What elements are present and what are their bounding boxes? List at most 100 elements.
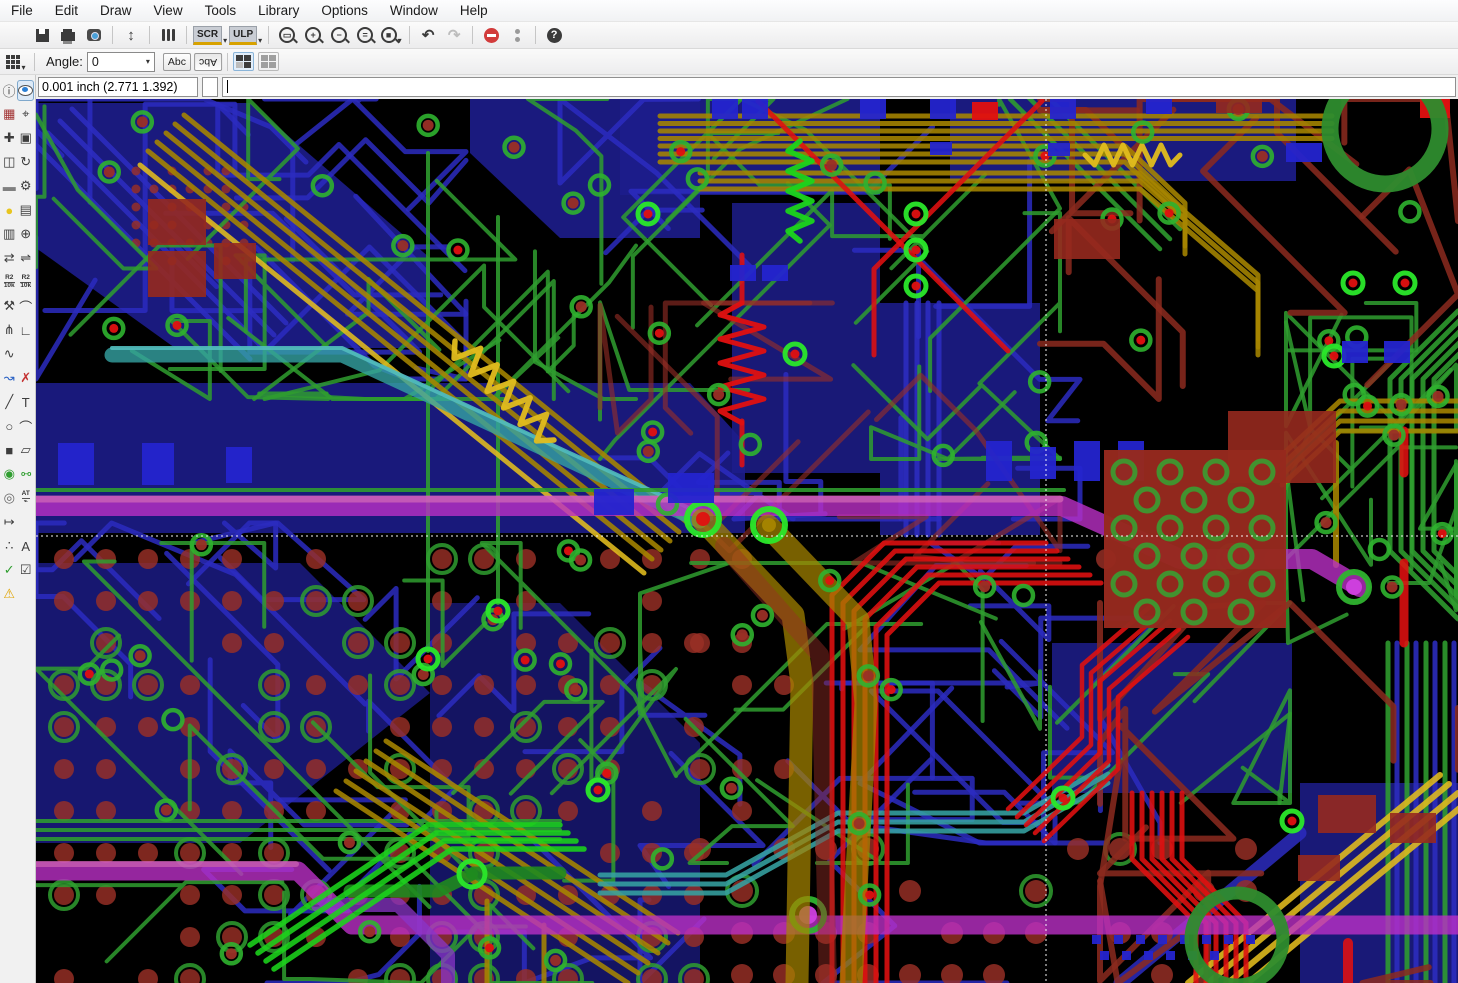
text-normal-button[interactable]: Abc	[162, 52, 191, 71]
run-script-button[interactable]: SCR ▾	[193, 24, 227, 46]
signal-button[interactable]: o–o	[18, 464, 35, 485]
fit-drawing-icon: ↕	[127, 26, 135, 44]
rect-button[interactable]: ■	[1, 440, 18, 461]
circle-button[interactable]: ○	[1, 416, 18, 437]
open-board-button[interactable]	[4, 24, 28, 46]
stop-button[interactable]	[479, 24, 503, 46]
cam-processor-button[interactable]	[82, 24, 106, 46]
optimize-button[interactable]: ∟	[18, 320, 35, 341]
print-icon	[61, 29, 75, 44]
attribute-icon: AT ⌁	[21, 489, 30, 505]
run-ulp-button[interactable]: ULP ▾	[229, 24, 262, 46]
wire-button[interactable]: ╱	[1, 392, 18, 413]
add-button[interactable]: ⊕	[18, 224, 35, 245]
menu-library[interactable]: Library	[247, 1, 310, 20]
menu-draw[interactable]: Draw	[89, 1, 143, 20]
rotate-button[interactable]: ↻	[18, 152, 35, 173]
miter-icon: ⌒	[19, 299, 33, 315]
ratsnest-button[interactable]: ✓	[1, 560, 18, 581]
smash-button[interactable]: ⚒	[1, 296, 18, 317]
text-mirrored-button[interactable]: Abc	[193, 52, 223, 71]
zoom-in-button[interactable]: +	[301, 24, 325, 46]
menu-options[interactable]: Options	[310, 1, 379, 20]
change-button[interactable]: ⚙	[18, 176, 35, 197]
ratsnest-icon: ✓	[3, 562, 15, 577]
separator	[535, 26, 537, 44]
attribute-button[interactable]: AT ⌁	[18, 488, 35, 509]
menu-file[interactable]: File	[0, 1, 44, 20]
delete-button[interactable]: ▥	[1, 224, 18, 245]
rect-icon: ■	[5, 442, 14, 458]
save-button[interactable]	[30, 24, 54, 46]
text-button[interactable]: T	[18, 392, 35, 413]
zoom-redraw-button[interactable]: ■ ▾	[379, 24, 403, 46]
command-toolbar-row: R2 10k R2 10k	[0, 270, 35, 294]
command-input[interactable]	[222, 77, 1456, 97]
separator	[149, 26, 150, 44]
mark-button[interactable]: ⌖	[18, 104, 35, 125]
via-button[interactable]: ◉	[1, 464, 18, 485]
errors-icon: ⚠	[3, 586, 16, 601]
menu-window[interactable]: Window	[379, 1, 449, 20]
command-toolbar-row: ⚠	[0, 582, 35, 606]
angle-select[interactable]: 0 ▾	[86, 51, 155, 72]
chevron-down-icon: ▾	[21, 62, 26, 72]
split-button[interactable]: ⋔	[1, 320, 18, 341]
pinswap-button[interactable]: ⇄	[1, 248, 18, 269]
meander-button[interactable]: ∿	[1, 344, 18, 365]
save-icon	[35, 28, 49, 42]
group-button[interactable]: ▬	[1, 176, 18, 197]
display-mode-button[interactable]	[233, 52, 255, 71]
errors-button[interactable]: ⚠	[1, 584, 18, 605]
display-layers-button[interactable]: ▦	[1, 104, 18, 125]
layer-settings-button[interactable]	[156, 24, 180, 46]
drc-button[interactable]: ☑	[18, 560, 35, 581]
hole-button[interactable]: ◎	[1, 488, 18, 509]
name-button[interactable]: R2 10k	[1, 272, 18, 293]
miter-button[interactable]: ⌒	[18, 296, 35, 317]
polygon-icon: ▱	[20, 442, 31, 457]
zoom-out-button[interactable]: −	[327, 24, 351, 46]
run-ulp-button-label: ULP	[229, 25, 258, 45]
cut-button[interactable]: ●	[1, 200, 18, 221]
abc-label: Abc	[167, 55, 186, 68]
replace-icon: ⇌	[20, 250, 32, 265]
menu-help[interactable]: Help	[449, 1, 499, 20]
fanout-button[interactable]: ∴	[1, 536, 18, 557]
magnifier-icon: −	[331, 27, 348, 43]
paste-button[interactable]: ▤	[18, 200, 35, 221]
mirror-button[interactable]: ◫	[1, 152, 18, 173]
menu-bar: File Edit Draw View Tools Library Options Windo…	[0, 0, 1458, 22]
grid-button[interactable]: ▾	[4, 51, 28, 73]
polygon-button[interactable]: ▱	[18, 440, 35, 461]
menu-edit[interactable]: Edit	[44, 1, 89, 20]
menu-view[interactable]: View	[143, 1, 194, 20]
menu-tools[interactable]: Tools	[194, 1, 248, 20]
text-caret	[227, 80, 228, 93]
redo-button[interactable]: ↷	[442, 24, 466, 46]
info-button[interactable]: ⓘ	[1, 80, 17, 101]
traffic-light-button[interactable]	[505, 24, 529, 46]
undo-button[interactable]: ↶	[416, 24, 440, 46]
route-button[interactable]: ↝	[1, 368, 18, 389]
label-button[interactable]: A	[18, 536, 35, 557]
copy-button[interactable]: ▣	[18, 128, 35, 149]
help-button[interactable]: ?	[542, 24, 566, 46]
display-mode-alt-button[interactable]	[258, 52, 280, 71]
fit-drawing-button[interactable]: ↕	[119, 24, 143, 46]
delete-icon: ▥	[3, 226, 16, 241]
dimension-button[interactable]: ↦	[1, 512, 18, 533]
board-canvas[interactable]	[36, 99, 1458, 983]
print-button[interactable]	[56, 24, 80, 46]
ripup-button[interactable]: ✗	[18, 368, 35, 389]
zoom-select-button[interactable]: =	[353, 24, 377, 46]
arc-button[interactable]: ⌒	[18, 416, 35, 437]
show-button[interactable]	[17, 79, 34, 101]
zoom-fit-button[interactable]: ▭	[275, 24, 299, 46]
value-button[interactable]: R2 10k	[18, 272, 35, 293]
fanout-icon: ∴	[5, 538, 14, 553]
command-toolbar-row: ■ ▱	[0, 438, 35, 462]
replace-button[interactable]: ⇌	[18, 248, 35, 269]
command-toolbar-row: ✚ ▣	[0, 126, 35, 150]
move-button[interactable]: ✚	[1, 128, 18, 149]
